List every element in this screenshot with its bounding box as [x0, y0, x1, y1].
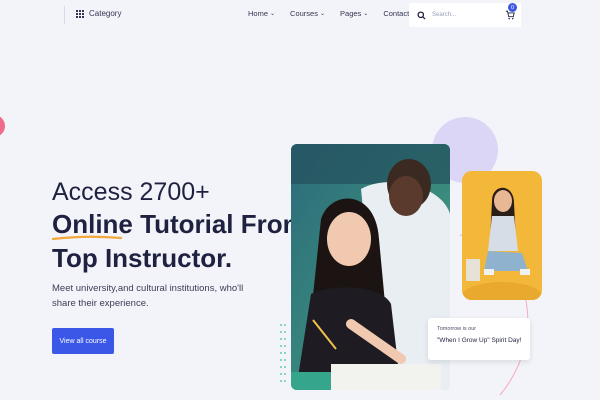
students-photo — [291, 144, 450, 390]
nav-label: Courses — [290, 9, 318, 18]
header-divider — [64, 6, 65, 24]
heading-underline — [52, 235, 122, 241]
announcement-intro: Tomorrow is our — [437, 326, 477, 332]
nav-item-courses[interactable]: Courses ⌄ — [290, 9, 325, 18]
search-icon — [417, 10, 426, 20]
nav-label: Pages — [340, 9, 362, 18]
nav-label: Contact — [383, 9, 410, 18]
chevron-down-icon: ⌄ — [270, 11, 276, 17]
view-all-course-button[interactable]: View all course — [52, 328, 114, 354]
nav-item-home[interactable]: Home ⌄ — [248, 9, 275, 18]
announcement-card: Tomorrow is our "When I Grow Up" Spirit … — [428, 318, 530, 360]
chevron-down-icon: ⌄ — [319, 11, 326, 17]
cart-count-badge: 0 — [508, 3, 517, 12]
nav-label: Home — [248, 9, 269, 18]
category-button[interactable]: Category — [76, 9, 121, 18]
hero-heading-line1: Access 2700+ — [52, 178, 210, 206]
search-input[interactable]: Search... — [409, 3, 499, 27]
site-header: Category Home ⌄ Courses ⌄ Pages ⌄ Contac… — [0, 0, 600, 30]
search-placeholder: Search... — [432, 12, 457, 18]
hero-heading-line3: Top Instructor. — [52, 243, 233, 273]
main-nav: Home ⌄ Courses ⌄ Pages ⌄ Contact — [248, 9, 424, 18]
chevron-down-icon: ⌄ — [363, 11, 369, 17]
nav-item-contact[interactable]: Contact — [383, 9, 409, 18]
hero-subtitle: Meet university,and cultural institution… — [52, 283, 244, 309]
student-sitting-photo — [462, 171, 542, 300]
decorative-blob — [0, 115, 5, 137]
announcement-title: "When I Grow Up" Spirit Day! — [437, 337, 522, 344]
grid-icon — [76, 9, 84, 18]
category-label: Category — [89, 9, 122, 18]
decorative-dots — [280, 324, 286, 382]
nav-item-pages[interactable]: Pages ⌄ — [340, 9, 368, 18]
